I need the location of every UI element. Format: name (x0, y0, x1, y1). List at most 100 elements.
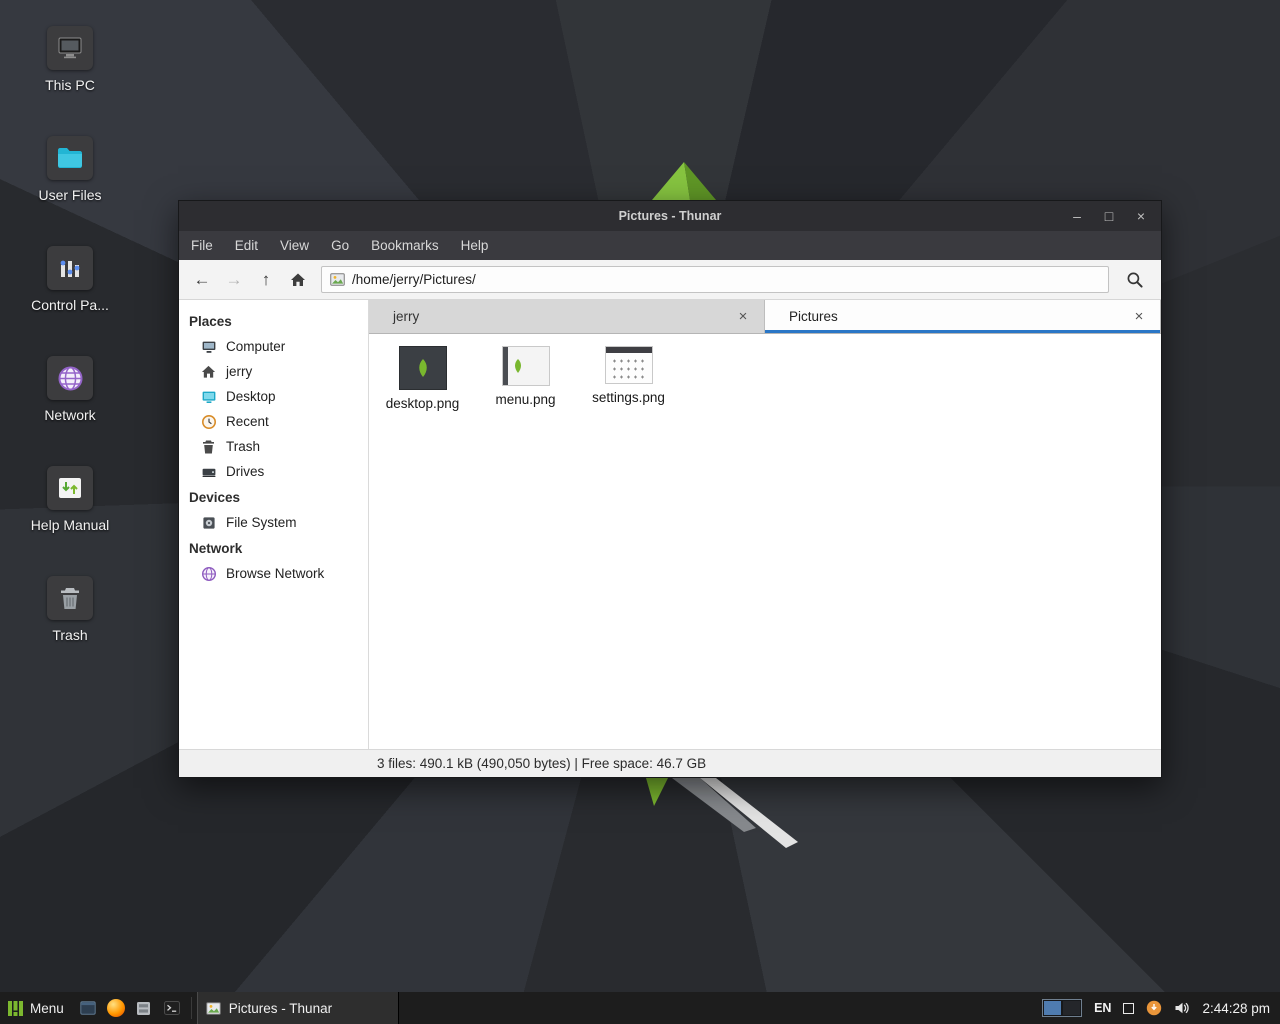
files-launcher[interactable] (130, 992, 158, 1024)
globe-icon (200, 565, 217, 582)
taskbar: Menu Pictures - Thunar EN (0, 992, 1280, 1024)
terminal-launcher[interactable] (158, 992, 186, 1024)
sidebar-header-devices: Devices (179, 484, 368, 510)
volume-icon[interactable] (1174, 1001, 1190, 1015)
file-cabinet-icon (136, 1001, 151, 1016)
path-bar[interactable]: /home/jerry/Pictures/ (321, 266, 1109, 293)
image-icon (206, 1002, 221, 1015)
desktop-icon-this-pc[interactable]: This PC (18, 14, 122, 124)
forward-button[interactable]: → (219, 266, 249, 294)
window-icon (80, 1001, 96, 1015)
home-button[interactable] (283, 266, 313, 294)
desktop-icon-label: User Files (38, 187, 101, 203)
sidebar: Places Computer jerry (179, 300, 369, 749)
notification-tray-icon[interactable] (1123, 1003, 1134, 1014)
sidebar-header-places: Places (179, 308, 368, 334)
menu-bookmarks[interactable]: Bookmarks (360, 231, 450, 260)
tab-label: Pictures (789, 309, 838, 324)
globe-icon (47, 356, 93, 400)
sidebar-header-network: Network (179, 535, 368, 561)
terminal-icon (164, 1001, 180, 1015)
sidebar-item-file-system[interactable]: File System (179, 510, 368, 535)
sidebar-item-jerry[interactable]: jerry (179, 359, 368, 384)
file-name: settings.png (592, 390, 665, 405)
menu-help[interactable]: Help (450, 231, 500, 260)
window-controls: – □ × (1061, 201, 1157, 231)
titlebar[interactable]: Pictures - Thunar – □ × (179, 201, 1161, 231)
workspace-1[interactable] (1044, 1001, 1061, 1015)
desktop: This PC User Files Control Pa... Network… (0, 0, 1280, 1024)
browser-launcher[interactable] (102, 992, 130, 1024)
maximize-button[interactable]: □ (1093, 201, 1125, 231)
home-icon (290, 272, 306, 287)
tab-close-icon[interactable]: × (1130, 308, 1148, 325)
desktop-icon-label: Network (44, 407, 95, 423)
computer-icon (200, 338, 217, 355)
menu-view[interactable]: View (269, 231, 320, 260)
menu-button[interactable]: Menu (0, 992, 74, 1024)
sidebar-item-drives[interactable]: Drives (179, 459, 368, 484)
menu-go[interactable]: Go (320, 231, 360, 260)
close-button[interactable]: × (1125, 201, 1157, 231)
taskbar-task-pictures-thunar[interactable]: Pictures - Thunar (197, 992, 399, 1024)
computer-icon (47, 26, 93, 70)
desktop-icon (200, 388, 217, 405)
desktop-icon-user-files[interactable]: User Files (18, 124, 122, 234)
keyboard-layout-indicator[interactable]: EN (1094, 1001, 1111, 1015)
window-body: Places Computer jerry (179, 300, 1161, 749)
desktop-icon-label: Help Manual (31, 517, 110, 533)
sidebar-item-desktop[interactable]: Desktop (179, 384, 368, 409)
firefox-icon (107, 999, 125, 1017)
update-tray-icon[interactable] (1146, 1000, 1162, 1016)
file-thumbnail (400, 347, 446, 389)
menu-edit[interactable]: Edit (224, 231, 269, 260)
desktop-icon-control-panel[interactable]: Control Pa... (18, 234, 122, 344)
clock[interactable]: 2:44:28 pm (1202, 1001, 1270, 1016)
file-desktop-png[interactable]: desktop.png (371, 347, 474, 411)
file-name: menu.png (495, 392, 555, 407)
thunar-window: Pictures - Thunar – □ × File Edit View G… (178, 200, 1162, 778)
tab-label: jerry (393, 309, 419, 324)
file-name: desktop.png (386, 396, 460, 411)
taskbar-separator (191, 997, 192, 1019)
desktop-icon-grid: This PC User Files Control Pa... Network… (18, 14, 122, 674)
filesystem-drive-icon (200, 514, 217, 531)
desktop-icon-label: This PC (45, 77, 95, 93)
up-button[interactable]: ↑ (251, 266, 281, 294)
desktop-icon-trash[interactable]: Trash (18, 564, 122, 674)
desktop-icon-network[interactable]: Network (18, 344, 122, 454)
search-button[interactable] (1117, 266, 1153, 294)
tab-close-icon[interactable]: × (734, 308, 752, 325)
tab-pictures[interactable]: Pictures × (765, 300, 1161, 333)
workspace-pager[interactable] (1042, 999, 1082, 1017)
content-pane: jerry × Pictures × desktop.png (369, 300, 1161, 749)
file-view[interactable]: desktop.png menu.png (369, 334, 1161, 749)
file-thumbnail (606, 347, 652, 383)
desktop-icon-label: Trash (52, 627, 87, 643)
minimize-button[interactable]: – (1061, 201, 1093, 231)
file-settings-png[interactable]: settings.png (577, 347, 680, 405)
system-tray: EN 2:44:28 pm (1042, 999, 1280, 1017)
manjaro-menu-icon (8, 1001, 23, 1016)
menubar: File Edit View Go Bookmarks Help (179, 231, 1161, 260)
back-button[interactable]: ← (187, 266, 217, 294)
drive-icon (200, 463, 217, 480)
sidebar-item-trash[interactable]: Trash (179, 434, 368, 459)
desktop-icon-help-manual[interactable]: Help Manual (18, 454, 122, 564)
menu-file[interactable]: File (180, 231, 224, 260)
status-text: 3 files: 490.1 kB (490,050 bytes) | Free… (377, 756, 706, 771)
sidebar-item-computer[interactable]: Computer (179, 334, 368, 359)
sidebar-item-recent[interactable]: Recent (179, 409, 368, 434)
workspace-2[interactable] (1063, 1001, 1080, 1015)
trash-icon (200, 438, 217, 455)
desktop-icon-label: Control Pa... (31, 297, 109, 313)
clock-icon (200, 413, 217, 430)
tab-jerry[interactable]: jerry × (369, 300, 765, 333)
show-desktop-button[interactable] (74, 992, 102, 1024)
sidebar-item-browse-network[interactable]: Browse Network (179, 561, 368, 586)
trash-icon (47, 576, 93, 620)
image-icon (330, 273, 345, 286)
control-panel-icon (47, 246, 93, 290)
file-menu-png[interactable]: menu.png (474, 347, 577, 407)
status-bar: 3 files: 490.1 kB (490,050 bytes) | Free… (179, 749, 1161, 777)
